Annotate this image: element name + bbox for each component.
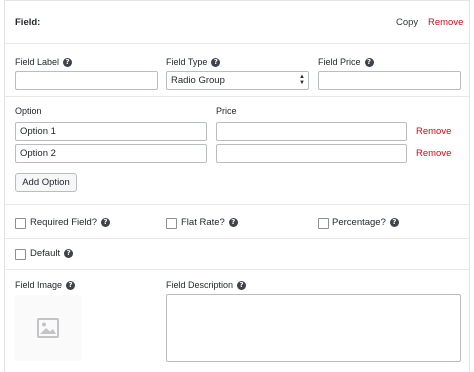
field-type-value: Radio Group xyxy=(171,75,225,86)
divider xyxy=(5,269,469,270)
percentage-checkbox[interactable] xyxy=(318,218,329,229)
option-1-price-input[interactable] xyxy=(216,122,407,141)
help-icon[interactable]: ? xyxy=(237,280,247,290)
default-label: Default xyxy=(30,248,61,259)
field-image-label: Field Image xyxy=(15,280,63,290)
image-placeholder-icon xyxy=(37,318,59,338)
default-heading: Default ? xyxy=(30,248,74,259)
required-field-heading: Required Field? ? xyxy=(30,217,111,228)
required-field-checkbox[interactable] xyxy=(15,218,26,229)
field-description-heading: Field Description ? xyxy=(166,280,247,290)
flat-rate-heading: Flat Rate? ? xyxy=(181,217,238,228)
help-icon[interactable]: ? xyxy=(64,249,74,258)
default-checkbox[interactable] xyxy=(15,249,26,260)
flat-rate-checkbox[interactable] xyxy=(166,218,177,229)
price-column-header: Price xyxy=(216,106,237,116)
field-label-input[interactable] xyxy=(15,71,158,90)
percentage-heading: Percentage? ? xyxy=(332,217,399,228)
field-description-textarea[interactable] xyxy=(166,294,461,362)
required-field-label: Required Field? xyxy=(30,217,98,228)
option-1-input[interactable]: Option 1 xyxy=(15,122,207,141)
field-title: Field: xyxy=(15,17,41,28)
divider xyxy=(5,43,469,44)
divider xyxy=(5,238,469,239)
help-icon[interactable]: ? xyxy=(211,57,221,67)
field-description-label: Field Description xyxy=(166,280,234,290)
field-price-heading: Field Price ? xyxy=(318,57,374,67)
option-column-header: Option xyxy=(15,106,42,116)
option-2-price-input[interactable] xyxy=(216,144,407,163)
field-type-heading: Field Type ? xyxy=(166,57,221,67)
option-2-input[interactable]: Option 2 xyxy=(15,144,207,163)
field-image-heading: Field Image ? xyxy=(15,280,76,290)
remove-option-1-button[interactable]: Remove xyxy=(416,126,451,137)
remove-field-button[interactable]: Remove xyxy=(428,17,463,28)
help-icon[interactable]: ? xyxy=(228,218,238,227)
percentage-label: Percentage? xyxy=(332,217,386,228)
field-price-text: Field Price xyxy=(318,57,361,67)
help-icon[interactable]: ? xyxy=(389,218,399,227)
copy-button[interactable]: Copy xyxy=(396,17,418,28)
select-arrows-icon: ▲ ▼ xyxy=(299,74,305,86)
field-type-select[interactable]: Radio Group ▲ ▼ xyxy=(166,71,309,90)
divider xyxy=(5,204,469,205)
field-price-input[interactable] xyxy=(318,71,461,90)
remove-option-2-button[interactable]: Remove xyxy=(416,148,451,159)
field-label-heading: Field Label ? xyxy=(15,57,73,67)
help-icon[interactable]: ? xyxy=(66,280,76,290)
help-icon[interactable]: ? xyxy=(63,57,73,67)
field-image-placeholder[interactable] xyxy=(15,295,81,361)
help-icon[interactable]: ? xyxy=(101,218,111,227)
field-panel: Field: Copy Remove Field Label ? Field T… xyxy=(4,0,470,372)
divider xyxy=(5,96,469,97)
add-option-button[interactable]: Add Option xyxy=(15,173,77,192)
help-icon[interactable]: ? xyxy=(364,57,374,67)
flat-rate-label: Flat Rate? xyxy=(181,217,225,228)
field-label-text: Field Label xyxy=(15,57,60,67)
field-type-text: Field Type xyxy=(166,57,208,67)
